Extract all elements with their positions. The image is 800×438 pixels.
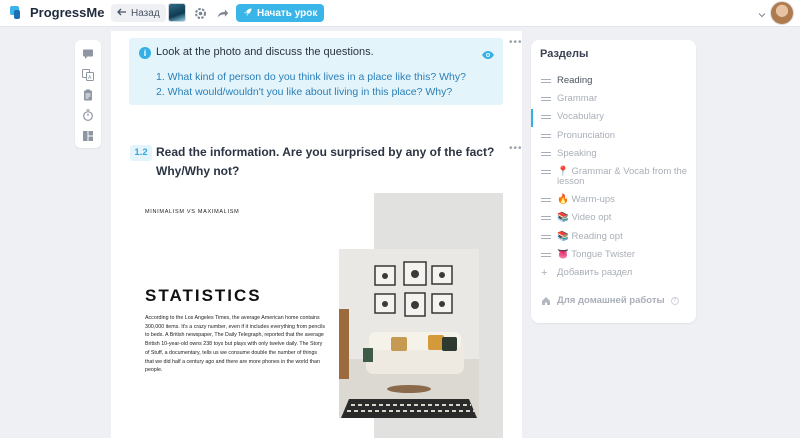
task-number: 1.2 (130, 145, 152, 161)
section-label: Reading (557, 75, 593, 86)
section-item-reading-opt[interactable]: 📚 Reading opt (541, 232, 691, 242)
poster-heading: STATISTICS (145, 286, 262, 305)
task-discussion: i Look at the photo and discuss the ques… (129, 38, 503, 105)
info-icon: i (139, 47, 151, 59)
rocket-icon (243, 7, 253, 20)
layout-icon[interactable] (82, 129, 94, 141)
user-avatar[interactable] (770, 1, 794, 25)
question-item: 2. What would/wouldn't you like about li… (156, 86, 453, 98)
section-item-grammar-vocab[interactable]: 📍 Grammar & Vocab from the lesson (541, 167, 691, 187)
homework-section[interactable]: Для домашней работы ? (541, 296, 691, 309)
section-label: Pronunciation (557, 130, 616, 141)
back-label: Назад (131, 7, 160, 19)
section-label: 📍 Grammar & Vocab from the lesson (557, 166, 688, 187)
add-section-button[interactable]: + Добавить раздел (541, 267, 691, 279)
task-title: Look at the photo and discuss the questi… (156, 46, 374, 58)
chevron-down-icon[interactable] (757, 7, 767, 18)
section-item-reading[interactable]: Reading (541, 76, 691, 86)
tool-rail: A (75, 40, 101, 148)
gear-icon[interactable] (192, 5, 208, 21)
help-icon[interactable]: ? (670, 297, 679, 305)
section-label: 👅 Tongue Twister (557, 249, 636, 260)
add-section-label: Добавить раздел (557, 267, 633, 278)
drag-handle-icon[interactable] (541, 170, 551, 187)
lesson-content: i Look at the photo and discuss the ques… (111, 31, 522, 438)
more-options-icon[interactable]: ••• (509, 37, 522, 48)
drag-handle-icon[interactable] (541, 198, 551, 205)
sections-panel: Разделы Reading Grammar Vocabulary Pronu… (531, 40, 696, 323)
logo[interactable]: ProgressMe (9, 4, 104, 20)
drag-handle-icon[interactable] (541, 134, 551, 141)
homework-label: Для домашней работы (557, 295, 665, 306)
drag-handle-icon[interactable] (541, 79, 551, 86)
drag-handle-icon[interactable] (541, 115, 551, 122)
section-item-speaking[interactable]: Speaking (541, 149, 691, 159)
statistics-poster: MINIMALISM VS MAXIMALISM STATISTICS Acco… (129, 193, 503, 438)
section-label: Speaking (557, 148, 597, 159)
course-thumbnail[interactable] (168, 3, 186, 22)
more-options-icon[interactable]: ••• (509, 143, 522, 154)
section-item-pronunciation[interactable]: Pronunciation (541, 131, 691, 141)
task-title: Read the information. Are you surprised … (156, 145, 495, 178)
drag-handle-icon[interactable] (541, 235, 551, 242)
share-arrow-icon[interactable] (214, 5, 230, 21)
home-icon (541, 296, 551, 309)
poster-kicker: MINIMALISM VS MAXIMALISM (145, 209, 240, 215)
poster-body-text: According to the Los Angeles Times, the … (145, 315, 326, 374)
chat-icon[interactable] (82, 47, 94, 59)
plus-icon: + (541, 267, 548, 279)
stopwatch-icon[interactable] (82, 108, 94, 121)
section-label: 📚 Video opt (557, 212, 612, 223)
clipboard-icon[interactable] (82, 88, 94, 101)
drag-handle-icon[interactable] (541, 152, 551, 159)
drag-handle-icon[interactable] (541, 216, 551, 223)
app-name: ProgressMe (30, 4, 105, 20)
translate-icon[interactable]: A (82, 68, 94, 81)
section-item-tongue-twister[interactable]: 👅 Tongue Twister (541, 250, 691, 260)
back-button[interactable]: Назад (111, 4, 166, 22)
sections-title: Разделы (540, 48, 589, 60)
active-indicator (531, 109, 533, 127)
start-lesson-button[interactable]: Начать урок (236, 4, 325, 22)
drag-handle-icon[interactable] (541, 97, 551, 104)
section-item-video-opt[interactable]: 📚 Video opt (541, 213, 691, 223)
section-item-grammar[interactable]: Grammar (541, 94, 691, 104)
section-label: 📚 Reading opt (557, 231, 623, 242)
drag-handle-icon[interactable] (541, 253, 551, 260)
progressme-logo-icon (9, 4, 25, 20)
section-label: Vocabulary (557, 111, 605, 122)
section-item-vocabulary[interactable]: Vocabulary (541, 112, 691, 122)
eye-icon[interactable] (481, 47, 495, 59)
question-item: 1. What kind of person do you think live… (156, 71, 466, 83)
section-label: 🔥 Warm-ups (557, 194, 615, 205)
living-room-photo (339, 249, 479, 418)
start-lesson-label: Начать урок (257, 7, 318, 19)
top-bar: ProgressMe Назад Начать урок (0, 0, 800, 27)
section-label: Grammar (557, 93, 598, 104)
arrow-left-icon (117, 7, 127, 20)
section-item-warm-ups[interactable]: 🔥 Warm-ups (541, 195, 691, 205)
